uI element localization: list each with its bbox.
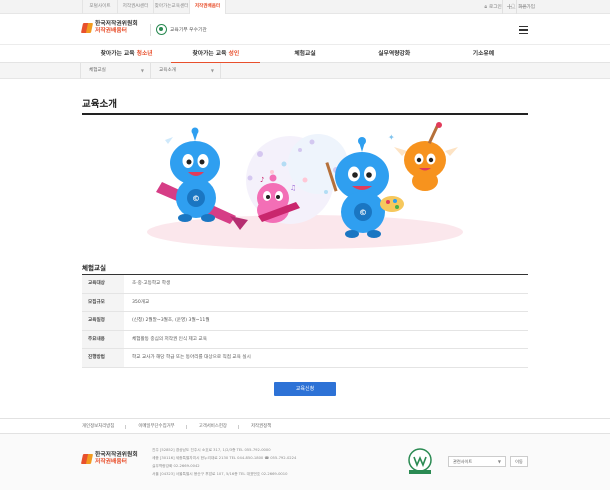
chevron-down-icon: ▼ — [497, 459, 501, 464]
breadcrumb-depth2[interactable]: 교육소개 ▼ — [151, 63, 221, 79]
edu-donation-badge: 교육기부 우수기관 — [156, 24, 207, 35]
chevron-down-icon: ▼ — [140, 68, 144, 73]
row-header: 진행방법 — [82, 349, 124, 367]
divider — [150, 24, 151, 36]
logo-mark-icon — [80, 453, 94, 465]
site-tab-ai-center[interactable]: 저작권AI센터 — [118, 0, 154, 14]
svg-text:✦: ✦ — [388, 133, 395, 142]
footer-link[interactable]: 고객서비스헌장 — [199, 419, 240, 435]
footer-info: 진주 [52852] 경상남도 진주시 소호로 317, 1/2/3층 TEL … — [152, 446, 402, 478]
svg-text:©: © — [192, 194, 200, 203]
minus-button[interactable]: — — [516, 0, 530, 14]
row-value: (신청) 2월말~3월초, (운영) 3월~11월 — [132, 318, 210, 323]
chevron-down-icon: ▼ — [210, 68, 214, 73]
lock-icon: 🔒︎ — [484, 4, 488, 10]
footer-link[interactable]: 개인정보처리방침 — [82, 419, 127, 435]
section-title: 체험교실 — [82, 264, 106, 272]
row-value: 학교 교사가 해당 학급 또는 동아리를 대상으로 직접 교육 실시 — [132, 355, 251, 360]
footer-info-line: 세종 [30116] 세종특별자치시 한누리대로 2130 TEL 044-85… — [152, 456, 297, 460]
title-divider — [82, 113, 528, 115]
footer-logo: 한국저작권위원회 저작권배움터 — [80, 452, 138, 466]
plus-button[interactable]: + — [502, 0, 516, 14]
site-tab-portal[interactable]: 포털사이트 — [82, 0, 118, 14]
breadcrumb: 체험교실 ▼ 교육소개 ▼ — [0, 63, 610, 79]
logo-mark-icon — [80, 22, 94, 34]
certification-icon — [156, 24, 167, 35]
footer: 한국저작권위원회 저작권배움터 진주 [52852] 경상남도 진주시 소호로 … — [0, 434, 610, 490]
table-row: 모집규모 350개교 — [82, 293, 528, 312]
go-button[interactable]: 이동 — [510, 456, 528, 467]
apply-button[interactable]: 교육신청 — [274, 382, 336, 396]
logo-site-name: 저작권배움터 — [95, 27, 127, 34]
footer-info-line: 실무역량강화 02-2669-0042 — [152, 464, 200, 468]
footer-link[interactable]: 저작권정책 — [251, 419, 283, 435]
site-tab-visiting-edu[interactable]: 찾아가는교육센터 — [154, 0, 190, 14]
home-icon[interactable] — [65, 63, 81, 79]
nav-item-4[interactable]: 실무역량강화 — [350, 45, 439, 63]
footer-link[interactable]: 이메일무단수집거부 — [138, 419, 188, 435]
breadcrumb-depth1[interactable]: 체험교실 ▼ — [81, 63, 151, 79]
page-title: 교육소개 — [82, 99, 117, 110]
svg-text:©: © — [359, 208, 367, 217]
hamburger-menu-icon[interactable] — [519, 26, 528, 34]
footer-links-bar: 개인정보처리방침 이메일무단수집거부 고객서비스헌장 저작권정책 — [0, 418, 610, 434]
site-tab-learning[interactable]: 저작권배움터 — [190, 0, 226, 14]
nav-item-3[interactable]: 체험교실 — [260, 45, 349, 63]
row-header: 주요내용 — [82, 330, 124, 348]
site-logo[interactable]: 한국저작권위원회 저작권배움터 — [80, 21, 138, 35]
nav-item-1[interactable]: 찾아가는 교육 청소년 — [82, 45, 171, 63]
table-row: 교육일정 (신청) 2월말~3월초, (운영) 3월~11월 — [82, 312, 528, 331]
login-link[interactable]: 🔒︎ 로그인 — [484, 4, 501, 10]
footer-info-line: 서울 [04323] 서울특별시 용산구 후암로 107, 5/16층 TEL … — [152, 472, 288, 476]
row-value: 350개교 — [132, 299, 150, 305]
footer-info-line: 진주 [52852] 경상남도 진주시 소호로 317, 1/2/3층 TEL … — [152, 448, 271, 452]
row-value: 체험활동 중심의 저작권 인식 제고 교육 — [132, 336, 207, 342]
main-nav: 찾아가는 교육 청소년 찾아가는 교육 성인 체험교실 실무역량강화 기소유예 — [0, 44, 610, 63]
svg-text:♫: ♫ — [290, 184, 296, 192]
web-accessibility-mark-icon — [408, 448, 432, 474]
row-header: 교육대상 — [82, 275, 124, 293]
page: 포털사이트 저작권AI센터 찾아가는교육센터 저작권배움터 🔒︎ 로그인 👤︎ 회원… — [0, 0, 610, 490]
logo-org-name: 한국저작권위원회 — [95, 21, 138, 27]
row-value: 초·중·고등학교 학생 — [132, 281, 171, 286]
row-header: 모집규모 — [82, 293, 124, 311]
row-header: 교육일정 — [82, 312, 124, 330]
svg-text:♪: ♪ — [260, 176, 264, 184]
info-table: 교육대상 초·중·고등학교 학생모집규모 350개교교육일정 (신청) 2월말~3월초… — [82, 274, 528, 368]
nav-item-2[interactable]: 찾아가는 교육 성인 — [171, 45, 261, 63]
table-row: 교육대상 초·중·고등학교 학생 — [82, 275, 528, 294]
table-row: 주요내용 체험활동 중심의 저작권 인식 제고 교육 — [82, 330, 528, 349]
mascot-illustration: © ♪ ♫ © ✦ — [147, 122, 463, 249]
nav-item-5[interactable]: 기소유예 — [439, 45, 528, 63]
top-utility-bar: 포털사이트 저작권AI센터 찾아가는교육센터 저작권배움터 🔒︎ 로그인 👤︎ 회원… — [0, 0, 610, 14]
site-tabs: 포털사이트 저작권AI센터 찾아가는교육센터 저작권배움터 — [82, 0, 226, 14]
related-sites-select[interactable]: 관련사이트 ▼ — [448, 456, 506, 467]
header: 한국저작권위원회 저작권배움터 교육기부 우수기관 — [0, 15, 610, 44]
table-row: 진행방법 학교 교사가 해당 학급 또는 동아리를 대상으로 직접 교육 실시 — [82, 349, 528, 368]
